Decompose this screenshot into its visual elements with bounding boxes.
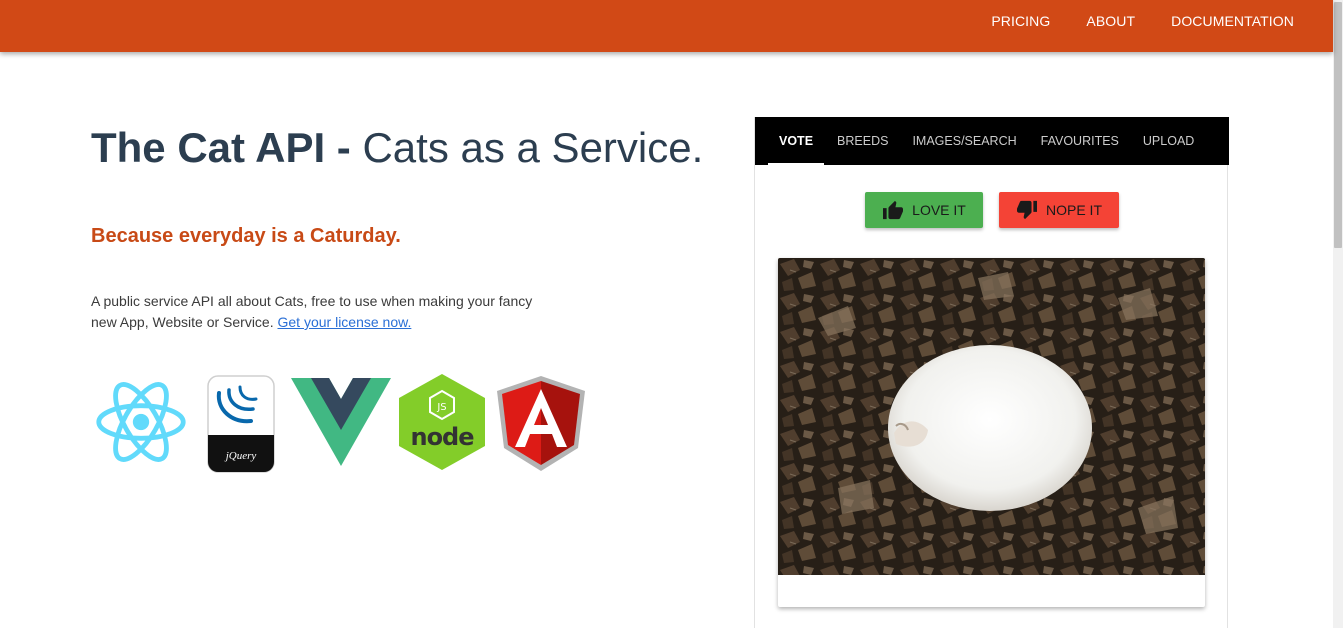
cat-image — [778, 258, 1205, 575]
vote-panel: VOTE BREEDS IMAGES/SEARCH FAVOURITES UPL… — [754, 117, 1229, 628]
love-it-label: LOVE IT — [912, 202, 966, 218]
panel-tabs: VOTE BREEDS IMAGES/SEARCH FAVOURITES UPL… — [755, 117, 1229, 165]
svg-text:node: node — [410, 423, 474, 451]
title-bold: The Cat API - — [91, 124, 351, 171]
nope-it-label: NOPE IT — [1045, 202, 1102, 218]
react-icon — [96, 382, 186, 462]
license-link[interactable]: Get your license now. — [278, 314, 412, 330]
tab-favourites[interactable]: FAVOURITES — [1041, 117, 1119, 165]
nav-about-link[interactable]: ABOUT — [1086, 13, 1135, 29]
angular-icon — [497, 376, 585, 471]
page: PRICING ABOUT DOCUMENTATION The Cat API … — [0, 0, 1343, 628]
tab-upload[interactable]: UPLOAD — [1143, 117, 1194, 165]
title-light: Cats as a Service. — [362, 124, 704, 171]
cat-image-card — [778, 258, 1205, 607]
vue-icon — [291, 378, 391, 466]
thumbs-down-icon — [1016, 200, 1037, 220]
svg-text:jQuery: jQuery — [224, 450, 257, 462]
thumbs-up-icon — [883, 200, 904, 220]
svg-text:JS: JS — [436, 402, 446, 413]
nodejs-icon: JS node — [399, 374, 485, 470]
nav-documentation-link[interactable]: DOCUMENTATION — [1171, 13, 1294, 29]
tab-images-search[interactable]: IMAGES/SEARCH — [912, 117, 1016, 165]
nav-pricing-link[interactable]: PRICING — [991, 13, 1050, 29]
page-scrollbar[interactable] — [1333, 0, 1343, 628]
tagline: Because everyday is a Caturday. — [91, 225, 401, 247]
nope-it-button[interactable]: NOPE IT — [999, 192, 1119, 228]
tab-breeds[interactable]: BREEDS — [837, 117, 888, 165]
main-nav: PRICING ABOUT DOCUMENTATION — [955, 0, 1294, 42]
top-navbar: PRICING ABOUT DOCUMENTATION — [0, 0, 1333, 52]
jquery-icon: jQuery — [207, 375, 275, 473]
page-title: The Cat API - Cats as a Service. — [91, 124, 703, 172]
scrollbar-thumb[interactable] — [1334, 2, 1342, 248]
tab-vote[interactable]: VOTE — [767, 117, 825, 165]
love-it-button[interactable]: LOVE IT — [865, 192, 983, 228]
description: A public service API all about Cats, fre… — [91, 291, 551, 333]
